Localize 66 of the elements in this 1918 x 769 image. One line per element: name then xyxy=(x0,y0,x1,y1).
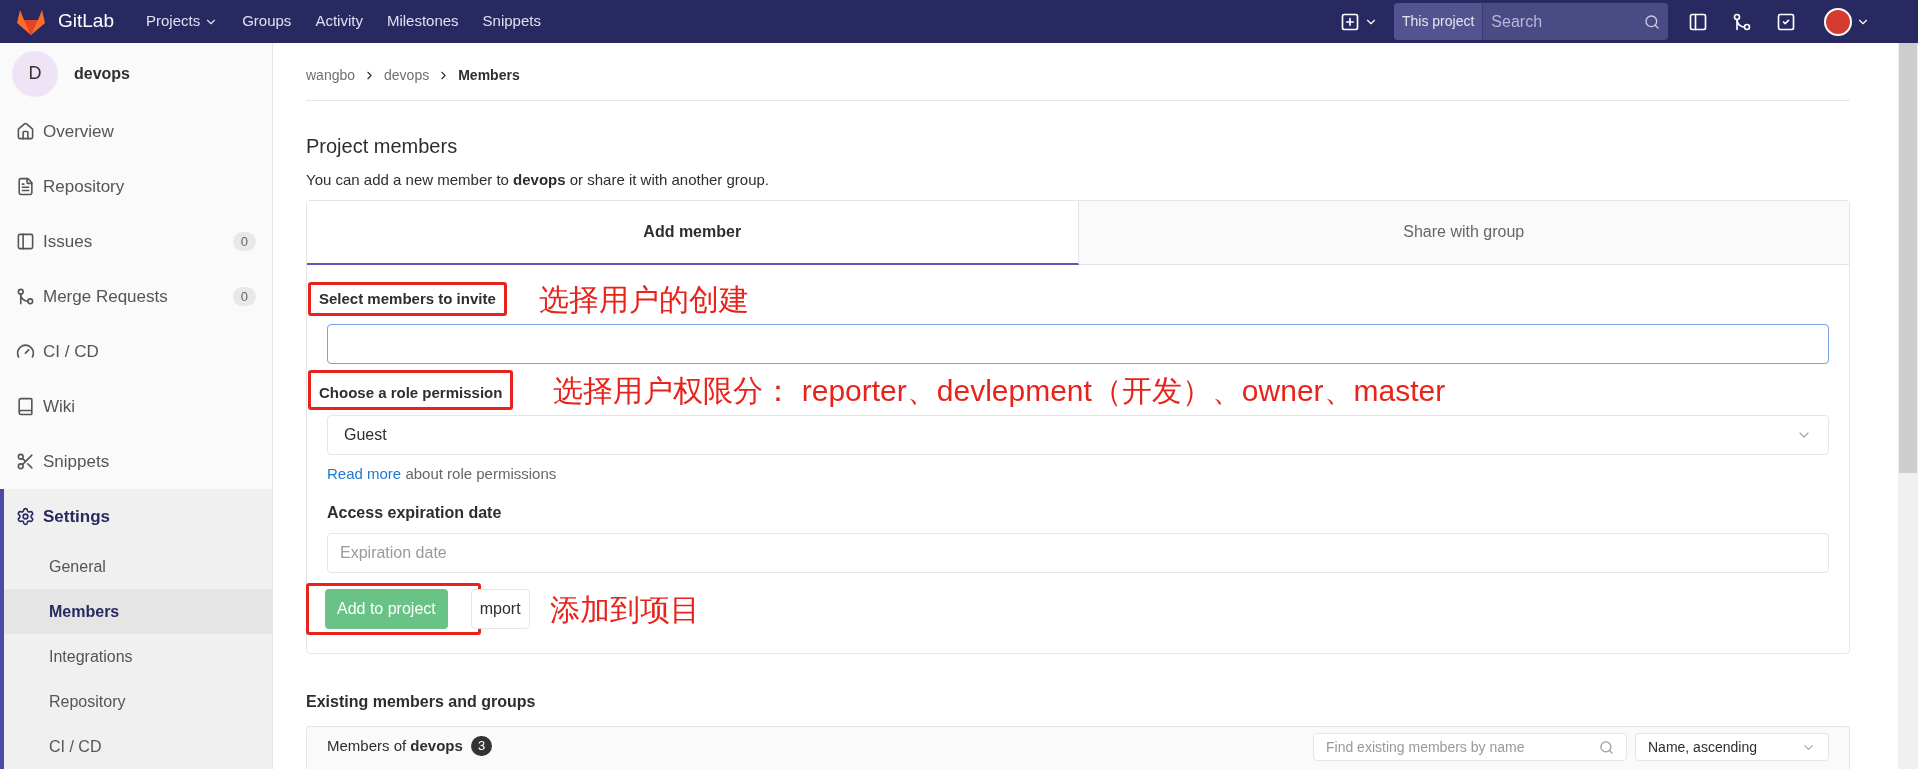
sidebar-item[interactable]: Settings xyxy=(4,489,272,544)
todo-icon[interactable] xyxy=(1776,11,1796,32)
field-label: Choose a role permission xyxy=(319,384,503,401)
file-icon xyxy=(16,177,35,196)
tab[interactable]: Share with group xyxy=(1078,200,1849,265)
nav-link[interactable]: Activity xyxy=(315,10,363,33)
sort-dropdown[interactable]: Name, ascending xyxy=(1635,733,1829,761)
page-heading: Project members xyxy=(306,134,459,159)
sidebar-subitem[interactable]: Integrations xyxy=(4,634,272,679)
count-badge: 0 xyxy=(232,231,256,252)
nav-link[interactable]: Projects xyxy=(146,10,219,33)
merge-request-icon xyxy=(16,287,35,306)
expiration-date-field[interactable]: Expiration date xyxy=(327,533,1829,573)
read-more-link[interactable]: Read more xyxy=(327,464,402,482)
new-icon[interactable] xyxy=(1340,11,1360,32)
gauge-icon xyxy=(16,342,35,361)
member-search-input[interactable]: Find existing members by name xyxy=(1326,736,1599,758)
field-label: Select members to invite xyxy=(319,290,496,307)
project-avatar: D xyxy=(12,50,58,97)
count-badge: 3 xyxy=(470,736,493,756)
tab[interactable]: Add member xyxy=(307,200,1079,265)
count-badge: 0 xyxy=(232,286,256,307)
sidebar-item[interactable]: Overview xyxy=(4,104,272,159)
search-input[interactable]: Search xyxy=(1483,9,1644,34)
breadcrumb-link[interactable]: devops xyxy=(384,65,430,86)
sidebar-item[interactable]: Issues 0 xyxy=(4,214,272,269)
member-search-bar[interactable]: Find existing members by name xyxy=(1313,733,1627,761)
sidebar-subitem[interactable]: Repository xyxy=(4,679,272,724)
merge-request-icon[interactable] xyxy=(1732,11,1752,32)
role-select[interactable]: Guest xyxy=(327,414,1829,455)
breadcrumb-link[interactable]: Members xyxy=(458,65,520,86)
issues-icon[interactable] xyxy=(1688,11,1708,32)
intro-text: You can add a new member to devops or share it with another group. xyxy=(306,170,771,190)
sidebar-item[interactable]: CI / CD xyxy=(4,324,272,379)
section-title: Existing members and groups xyxy=(306,692,537,712)
sidebar-item[interactable]: Repository xyxy=(4,159,272,214)
project-name: devops xyxy=(74,63,130,84)
nav-link[interactable]: Milestones xyxy=(386,10,459,33)
brand-name: GitLab xyxy=(58,9,114,34)
search-bar[interactable]: This project Search xyxy=(1394,3,1668,40)
home-icon xyxy=(16,122,35,141)
import-button[interactable]: mport xyxy=(470,589,530,629)
annotation-note: 选择用户权限分： reporter、devlepment（开发）、owner、master xyxy=(553,372,1446,409)
search-icon xyxy=(1599,739,1614,755)
scope-label: This project xyxy=(1394,3,1484,40)
nav-link[interactable]: Snippets xyxy=(482,10,541,33)
sidebar-subitem[interactable]: CI / CD xyxy=(4,724,272,769)
scissors-icon xyxy=(16,452,35,471)
sidebar-item[interactable]: Merge Requests 0 xyxy=(4,269,272,324)
search-icon xyxy=(1644,13,1660,30)
book-icon xyxy=(16,397,35,416)
sidebar-subitem[interactable]: General xyxy=(4,544,272,589)
help-text: Read more about role permissions xyxy=(327,463,558,484)
annotation-note: 添加到项目 xyxy=(549,591,700,628)
sidebar-item[interactable]: Snippets xyxy=(4,434,272,489)
nav-link[interactable]: Groups xyxy=(242,10,292,33)
members-heading: Members of devops xyxy=(327,736,463,756)
user-avatar[interactable] xyxy=(1824,7,1852,36)
annotation-note: 选择用户的创建 xyxy=(538,281,749,318)
invite-input[interactable] xyxy=(327,323,1829,364)
breadcrumb-link[interactable]: wangbo xyxy=(306,65,356,86)
field-label: Access expiration date xyxy=(327,503,503,523)
settings-icon xyxy=(16,507,35,526)
sidebar-subitem[interactable]: Members xyxy=(4,589,272,634)
issues-icon xyxy=(16,232,35,251)
sidebar-item[interactable]: Wiki xyxy=(4,379,272,434)
